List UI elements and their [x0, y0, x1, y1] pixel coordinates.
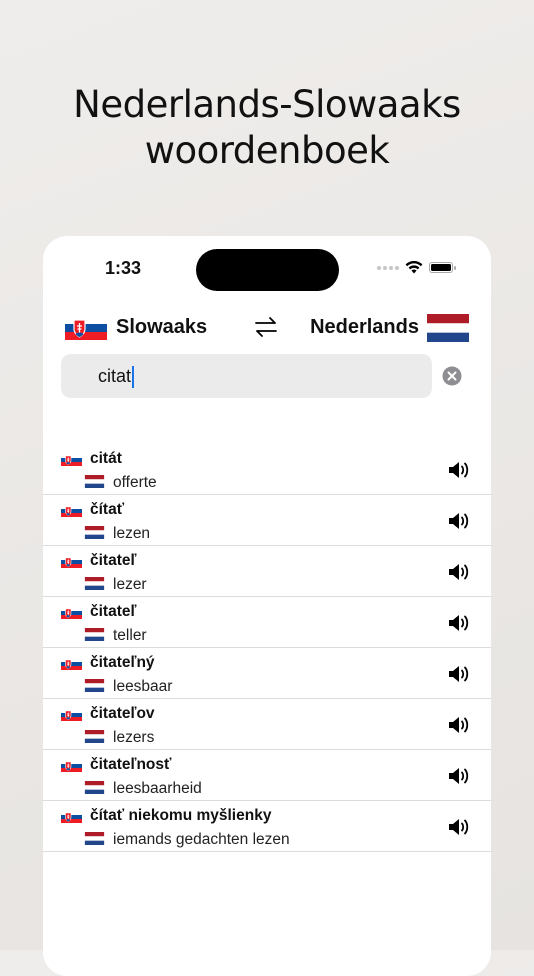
slovakia-flag-icon	[61, 454, 82, 466]
netherlands-flag-icon	[84, 730, 105, 743]
netherlands-flag-icon	[84, 679, 105, 692]
slovakia-flag-icon	[61, 811, 82, 823]
result-term: čítať niekomu myšlienky	[90, 807, 272, 824]
netherlands-flag-icon	[84, 781, 105, 794]
slovakia-flag-icon	[61, 556, 82, 568]
result-translation: offerte	[113, 474, 157, 491]
result-term: čitateľnosť	[90, 756, 172, 773]
result-row[interactable]: citát offerte	[43, 444, 491, 495]
result-row[interactable]: čitateľ teller	[43, 597, 491, 648]
result-translation: iemands gedachten lezen	[113, 831, 290, 848]
result-translation: leesbaarheid	[113, 780, 202, 797]
speaker-icon[interactable]	[447, 612, 471, 634]
result-term: čitateľný	[90, 654, 155, 671]
headline-line-2: woordenboek	[144, 129, 390, 172]
search-input[interactable]: citat	[61, 354, 432, 398]
speaker-icon[interactable]	[447, 663, 471, 685]
wifi-icon	[405, 261, 423, 274]
signal-dots-icon	[377, 265, 399, 270]
netherlands-flag-icon	[84, 832, 105, 845]
result-term: čitateľov	[90, 705, 155, 722]
result-translation: leesbaar	[113, 678, 173, 695]
result-term: citát	[90, 450, 122, 467]
speaker-icon[interactable]	[447, 561, 471, 583]
result-term: čitateľ	[90, 552, 137, 569]
result-row[interactable]: čítať niekomu myšlienky iemands gedachten…	[43, 801, 491, 852]
target-language-button[interactable]: Nederlands	[310, 316, 419, 339]
netherlands-flag-icon	[84, 628, 105, 641]
headline: Nederlands-Slowaaks woordenboek	[0, 82, 534, 174]
swap-arrows-icon[interactable]	[253, 314, 279, 340]
clear-circle-icon[interactable]	[442, 366, 462, 386]
result-term: čitateľ	[90, 603, 137, 620]
result-translation: lezers	[113, 729, 155, 746]
netherlands-flag-icon	[84, 577, 105, 590]
status-indicators	[377, 261, 456, 274]
slovakia-flag-icon	[61, 505, 82, 517]
language-bar: Slowaaks Nederlands	[43, 312, 491, 344]
status-time: 1:33	[105, 258, 142, 278]
result-row[interactable]: čitateľ lezer	[43, 546, 491, 597]
speaker-icon[interactable]	[447, 459, 471, 481]
results-list: citát offerte čítať lezen čitateľ lezer čitate…	[43, 444, 491, 852]
slovakia-flag-icon	[61, 607, 82, 619]
phone-screen: 1:33 Slowaaks Nederlands citat citát offe…	[43, 236, 491, 976]
result-translation: lezer	[113, 576, 147, 593]
result-term: čítať	[90, 501, 125, 518]
search-input-value: citat	[98, 366, 132, 386]
netherlands-flag-icon	[84, 526, 105, 539]
netherlands-flag-icon	[84, 475, 105, 488]
speaker-icon[interactable]	[447, 714, 471, 736]
result-row[interactable]: čitateľný leesbaar	[43, 648, 491, 699]
netherlands-flag-icon	[427, 314, 469, 342]
speaker-icon[interactable]	[447, 765, 471, 787]
dynamic-island	[196, 249, 339, 291]
slovakia-flag-icon	[61, 658, 82, 670]
slovakia-flag-icon	[61, 760, 82, 772]
headline-line-1: Nederlands-Slowaaks	[73, 83, 461, 126]
result-translation: lezen	[113, 525, 151, 542]
text-caret	[132, 366, 135, 389]
result-row[interactable]: čitateľnosť leesbaarheid	[43, 750, 491, 801]
source-language-button[interactable]: Slowaaks	[116, 316, 207, 339]
slovakia-flag-icon	[65, 316, 107, 340]
speaker-icon[interactable]	[447, 510, 471, 532]
result-row[interactable]: čitateľov lezers	[43, 699, 491, 750]
battery-icon	[429, 262, 456, 273]
speaker-icon[interactable]	[447, 816, 471, 838]
slovakia-flag-icon	[61, 709, 82, 721]
result-translation: teller	[113, 627, 147, 644]
result-row[interactable]: čítať lezen	[43, 495, 491, 546]
